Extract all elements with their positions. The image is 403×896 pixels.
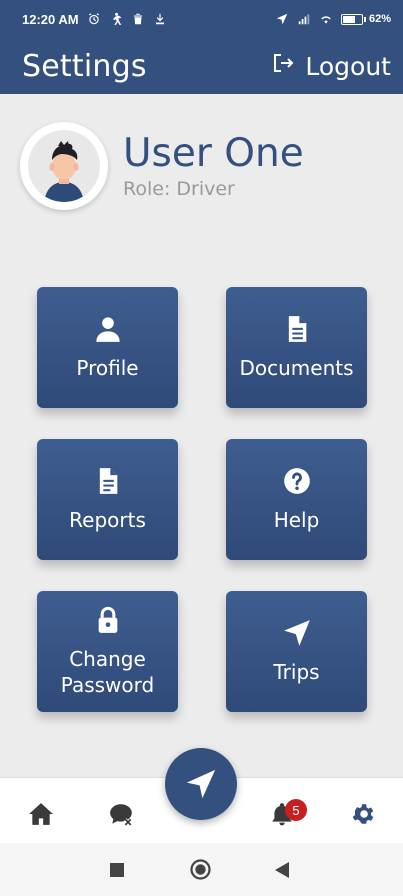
- avatar-illustration: [28, 130, 100, 202]
- signal-icon: [297, 12, 311, 26]
- tile-label-profile: Profile: [76, 355, 139, 380]
- location-arrow-icon: [275, 12, 289, 26]
- circle-icon: [190, 859, 211, 880]
- help-icon: [283, 467, 311, 495]
- triangle-back-icon: [275, 862, 289, 878]
- logout-button[interactable]: Logout: [271, 51, 391, 81]
- trips-tile[interactable]: Trips: [226, 591, 367, 712]
- download-icon: [153, 12, 167, 26]
- tile-label-help: Help: [273, 507, 320, 532]
- chat-nav-button[interactable]: [107, 800, 135, 828]
- home-icon: [29, 803, 53, 825]
- profile-tile[interactable]: Profile: [37, 287, 178, 408]
- user-role: Role: Driver: [123, 178, 235, 200]
- tile-label-reports: Reports: [69, 507, 146, 532]
- battery-icon: [340, 13, 363, 25]
- system-navigation-bar: [0, 843, 403, 896]
- avatar: [20, 122, 108, 210]
- navigate-icon: [186, 769, 216, 799]
- logout-icon: [271, 51, 295, 81]
- tile-label-documents: Documents: [239, 355, 354, 380]
- app-bar: Settings Logout: [0, 38, 403, 94]
- document-icon: [283, 315, 311, 343]
- notification-badge: 5: [285, 799, 307, 821]
- activity-icon: [109, 12, 123, 26]
- recent-apps-button[interactable]: [110, 863, 124, 882]
- profile-header: User One Role: Driver: [20, 122, 304, 210]
- change-password-tile[interactable]: Change Password: [37, 591, 178, 712]
- navigate-fab-button[interactable]: [165, 748, 237, 820]
- lock-icon: [94, 606, 122, 634]
- square-icon: [110, 863, 124, 877]
- chat-icon: [110, 804, 132, 826]
- home-system-button[interactable]: [190, 859, 211, 885]
- status-bar: 12:20 AM 62%: [0, 0, 403, 38]
- battery-fill: [342, 15, 356, 23]
- trash-icon: [131, 12, 145, 26]
- home-nav-button[interactable]: [27, 800, 55, 828]
- user-name: User One: [123, 131, 304, 176]
- battery-indicator: 62%: [340, 13, 391, 25]
- navigation-icon: [283, 619, 311, 647]
- tile-label-trips: Trips: [273, 659, 320, 684]
- documents-tile[interactable]: Documents: [226, 287, 367, 408]
- battery-cap: [363, 16, 366, 22]
- wifi-icon: [319, 12, 333, 26]
- tile-label-change-password: Change Password: [60, 646, 155, 697]
- battery-level: 62%: [368, 13, 391, 25]
- settings-nav-button[interactable]: [349, 800, 377, 828]
- reports-tile[interactable]: Reports: [37, 439, 178, 560]
- alarm-icon: [87, 12, 101, 26]
- back-button[interactable]: [275, 862, 289, 883]
- page-title: Settings: [22, 48, 147, 84]
- status-time: 12:20 AM: [22, 11, 79, 27]
- logout-label: Logout: [305, 51, 391, 81]
- help-tile[interactable]: Help: [226, 439, 367, 560]
- status-left: 12:20 AM: [22, 12, 167, 27]
- person-icon: [94, 315, 122, 343]
- report-icon: [94, 467, 122, 495]
- user-info: User One Role: Driver: [123, 131, 304, 201]
- status-right: 62%: [275, 12, 391, 26]
- settings-icon: [352, 804, 374, 824]
